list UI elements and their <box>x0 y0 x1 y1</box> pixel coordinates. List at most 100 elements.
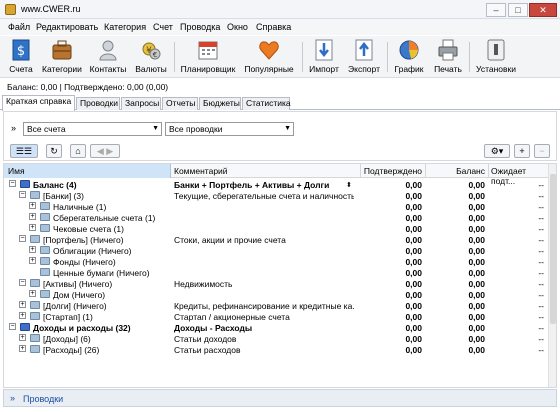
expand-icon[interactable]: + <box>29 224 36 231</box>
collapse-icon[interactable]: » <box>11 123 16 133</box>
column-balance[interactable]: Баланс <box>427 166 485 176</box>
row-expected: -- <box>538 301 544 311</box>
table-row[interactable]: Ценные бумаги (Ничего) 0,00 0,00 -- <box>4 268 549 279</box>
view-mode-toggle[interactable]: ☰☰ <box>10 144 38 158</box>
collapse-icon[interactable]: − <box>19 235 26 242</box>
expand-icon[interactable]: + <box>29 257 36 264</box>
table-row[interactable]: + [Стартап] (1) Стартап / акционерные счет… <box>4 312 549 323</box>
transactions-filter-select[interactable]: Все проводки ▼ <box>165 122 294 136</box>
row-confirmed: 0,00 <box>405 235 422 245</box>
expand-icon[interactable]: + <box>29 213 36 220</box>
collapse-icon[interactable]: − <box>9 323 16 330</box>
menu-transaction[interactable]: Проводка <box>180 22 220 32</box>
menu-account[interactable]: Счет <box>153 22 173 32</box>
export-button[interactable]: Экспорт <box>345 36 383 78</box>
nav-back-forward[interactable]: ◀ ▶ <box>90 144 120 158</box>
menu-file[interactable]: Файл <box>8 22 30 32</box>
table-row[interactable]: − [Активы] (Ничего) Недвижимость 0,00 0,00 -- <box>4 279 549 290</box>
currencies-button[interactable]: ¥ € Валюты <box>132 36 170 78</box>
collapse-icon[interactable]: − <box>19 279 26 286</box>
expand-icon[interactable]: + <box>29 202 36 209</box>
refresh-button[interactable]: ↻ <box>46 144 62 158</box>
expand-icon[interactable]: + <box>29 290 36 297</box>
table-row[interactable]: + Чековые счета (1) 0,00 0,00 -- <box>4 224 549 235</box>
row-expected: -- <box>538 279 544 289</box>
expand-icon[interactable]: + <box>19 345 26 352</box>
menu-category[interactable]: Категория <box>104 22 146 32</box>
expand-icon[interactable]: + <box>29 246 36 253</box>
table-row[interactable]: − [Банки] (3) Текущие, сберегательные счет… <box>4 191 549 202</box>
row-confirmed: 0,00 <box>405 224 422 234</box>
table-row[interactable]: + Фонды (Ничего) 0,00 0,00 -- <box>4 257 549 268</box>
row-expected: -- <box>538 268 544 278</box>
row-confirmed: 0,00 <box>405 180 422 190</box>
tab-statistics[interactable]: Статистика <box>242 97 291 110</box>
table-row[interactable]: + [Доходы] (6) Статьи доходов 0,00 0,00 -- <box>4 334 549 345</box>
row-expected: -- <box>538 312 544 322</box>
row-confirmed: 0,00 <box>405 257 422 267</box>
scrollbar-thumb[interactable] <box>550 174 556 324</box>
accounts-button[interactable]: $ Счета <box>6 36 36 78</box>
accounts-filter-select[interactable]: Все счета ▼ <box>23 122 162 136</box>
expand-icon[interactable]: + <box>19 301 26 308</box>
table-row[interactable]: + Облигации (Ничего) 0,00 0,00 -- <box>4 246 549 257</box>
contacts-button[interactable]: Контакты <box>88 36 128 78</box>
menu-edit[interactable]: Редактировать <box>36 22 98 32</box>
close-button[interactable]: ✕ <box>529 3 557 17</box>
row-name: [Долги] (Ничего) <box>43 301 107 311</box>
categories-button[interactable]: Категории <box>40 36 84 78</box>
import-icon <box>315 39 333 61</box>
table-row[interactable]: + Сберегательные счета (1) 0,00 0,00 -- <box>4 213 549 224</box>
row-comment: Статьи расходов <box>174 345 241 355</box>
row-balance: 0,00 <box>468 301 485 311</box>
settings-button[interactable]: Установки <box>473 36 519 78</box>
tab-reports[interactable]: Отчеты <box>162 97 198 110</box>
row-name: Облигации (Ничего) <box>53 246 132 256</box>
row-expected: -- <box>538 290 544 300</box>
table-row[interactable]: − [Портфель] (Ничего) Стоки, акции и прочи… <box>4 235 549 246</box>
row-comment: Кредиты, рефинансирование и кредитные ка… <box>174 301 354 311</box>
tab-budgets[interactable]: Бюджеты <box>199 97 241 110</box>
row-expected: -- <box>538 191 544 201</box>
column-name[interactable]: Имя <box>8 166 25 176</box>
column-comment[interactable]: Комментарий <box>174 166 228 176</box>
options-button[interactable]: ⚙▾ <box>484 144 510 158</box>
expand-icon[interactable]: + <box>19 312 26 319</box>
toolbar-separator <box>302 42 303 72</box>
table-row[interactable]: − Баланс (4) Банки + Портфель + Активы + Д… <box>4 180 549 191</box>
menu-help[interactable]: Справка <box>256 22 291 32</box>
table-row[interactable]: + [Долги] (Ничего) Кредиты, рефинансирован… <box>4 301 549 312</box>
menu-window[interactable]: Окно <box>227 22 248 32</box>
transactions-panel-toggle[interactable]: » Проводки <box>3 389 557 407</box>
table-row[interactable]: + [Расходы] (26) Статьи расходов 0,00 0,00 -- <box>4 345 549 356</box>
tab-summary[interactable]: Краткая справка <box>2 95 75 111</box>
add-button[interactable]: + <box>514 144 530 158</box>
import-button[interactable]: Импорт <box>306 36 342 78</box>
remove-button[interactable]: − <box>534 144 550 158</box>
row-name: Баланс (4) <box>33 180 77 190</box>
collapse-icon[interactable]: − <box>19 191 26 198</box>
minimize-button[interactable]: – <box>486 3 506 17</box>
popular-button[interactable]: Популярные <box>240 36 298 78</box>
table-row[interactable]: + Наличные (1) 0,00 0,00 -- <box>4 202 549 213</box>
row-confirmed: 0,00 <box>405 202 422 212</box>
column-confirmed[interactable]: Подтверждено <box>362 166 422 176</box>
chart-button[interactable]: График <box>391 36 427 78</box>
table-row[interactable]: + Дом (Ничего) 0,00 0,00 -- <box>4 290 549 301</box>
vertical-scrollbar[interactable] <box>548 164 556 387</box>
print-button[interactable]: Печать <box>429 36 467 78</box>
title-bar: www.CWER.ru – □ ✕ <box>0 0 560 19</box>
tab-queries[interactable]: Запросы <box>121 97 161 110</box>
row-confirmed: 0,00 <box>405 191 422 201</box>
maximize-button[interactable]: □ <box>508 3 528 17</box>
app-icon <box>5 4 16 15</box>
home-button[interactable]: ⌂ <box>70 144 86 158</box>
printer-icon <box>438 39 458 61</box>
table-row[interactable]: − Доходы и расходы (32) Доходы - Расходы 0,… <box>4 323 549 334</box>
expand-icon[interactable]: + <box>19 334 26 341</box>
collapse-icon[interactable]: − <box>9 180 16 187</box>
row-expected: -- <box>538 213 544 223</box>
row-confirmed: 0,00 <box>405 268 422 278</box>
tab-transactions[interactable]: Проводки <box>76 97 120 110</box>
scheduler-button[interactable]: Планировщик <box>178 36 238 78</box>
